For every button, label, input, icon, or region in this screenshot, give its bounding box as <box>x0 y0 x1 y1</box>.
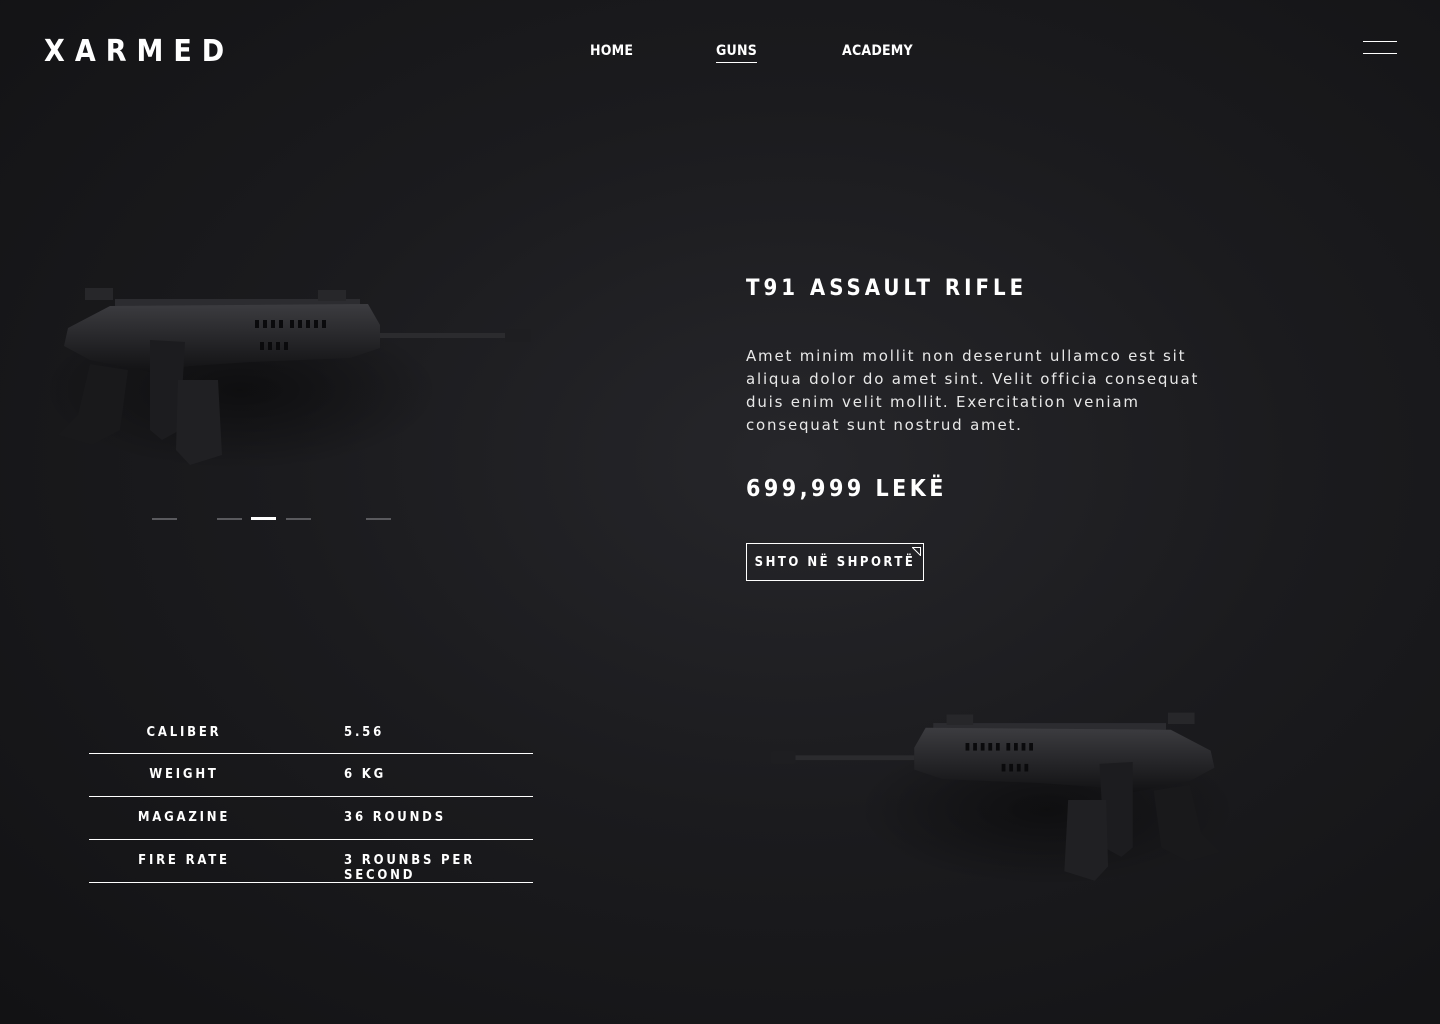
spec-label: CALIBER <box>146 725 222 740</box>
menu-line-bottom <box>1363 53 1397 54</box>
rifle-image <box>50 288 531 470</box>
specs-table: CALIBER 5.56 WEIGHT 6 KG MAGAZINE 36 ROU… <box>89 712 533 883</box>
spec-value: 36 ROUNDS <box>344 810 446 825</box>
carousel-dot-1[interactable] <box>152 518 177 520</box>
product-price: 699,999 LEKË <box>746 476 947 502</box>
product-title: T91 ASSAULT RIFLE <box>746 276 1028 301</box>
corner-arrow-icon <box>912 547 921 556</box>
add-to-cart-label: SHTO NË SHPORTË <box>754 554 916 570</box>
rifle-shape <box>770 712 1238 886</box>
table-row: WEIGHT 6 KG <box>89 754 533 797</box>
carousel-dot-5[interactable] <box>366 518 391 520</box>
hamburger-menu-icon[interactable] <box>1363 41 1397 57</box>
rifle-shape <box>50 288 531 470</box>
table-row: FIRE RATE 3 ROUNBS PER SECOND <box>89 840 533 883</box>
spec-label: MAGAZINE <box>137 810 231 825</box>
menu-line-top <box>1363 41 1397 42</box>
rifle-image-secondary <box>770 712 1238 886</box>
carousel-dot-4[interactable] <box>286 518 311 520</box>
nav-academy[interactable]: ACADEMY <box>842 42 913 60</box>
spec-label: WEIGHT <box>149 767 219 782</box>
spec-value: 5.56 <box>344 725 385 740</box>
nav-home[interactable]: HOME <box>590 42 633 60</box>
spec-value: 3 ROUNBS PER SECOND <box>344 853 476 883</box>
spec-value: 6 KG <box>344 767 387 782</box>
nav-guns[interactable]: GUNS <box>716 42 757 63</box>
add-to-cart-button[interactable]: SHTO NË SHPORTË <box>746 543 924 581</box>
carousel-dot-2[interactable] <box>217 518 242 520</box>
carousel-indicator <box>0 517 600 522</box>
table-row: MAGAZINE 36 ROUNDS <box>89 797 533 840</box>
spec-label: FIRE RATE <box>138 853 230 868</box>
table-row: CALIBER 5.56 <box>89 712 533 754</box>
product-description: Amet minim mollit non deserunt ullamco e… <box>746 347 1200 434</box>
main-nav: HOME GUNS ACADEMY <box>0 42 1440 66</box>
carousel-dot-3[interactable] <box>251 517 276 520</box>
